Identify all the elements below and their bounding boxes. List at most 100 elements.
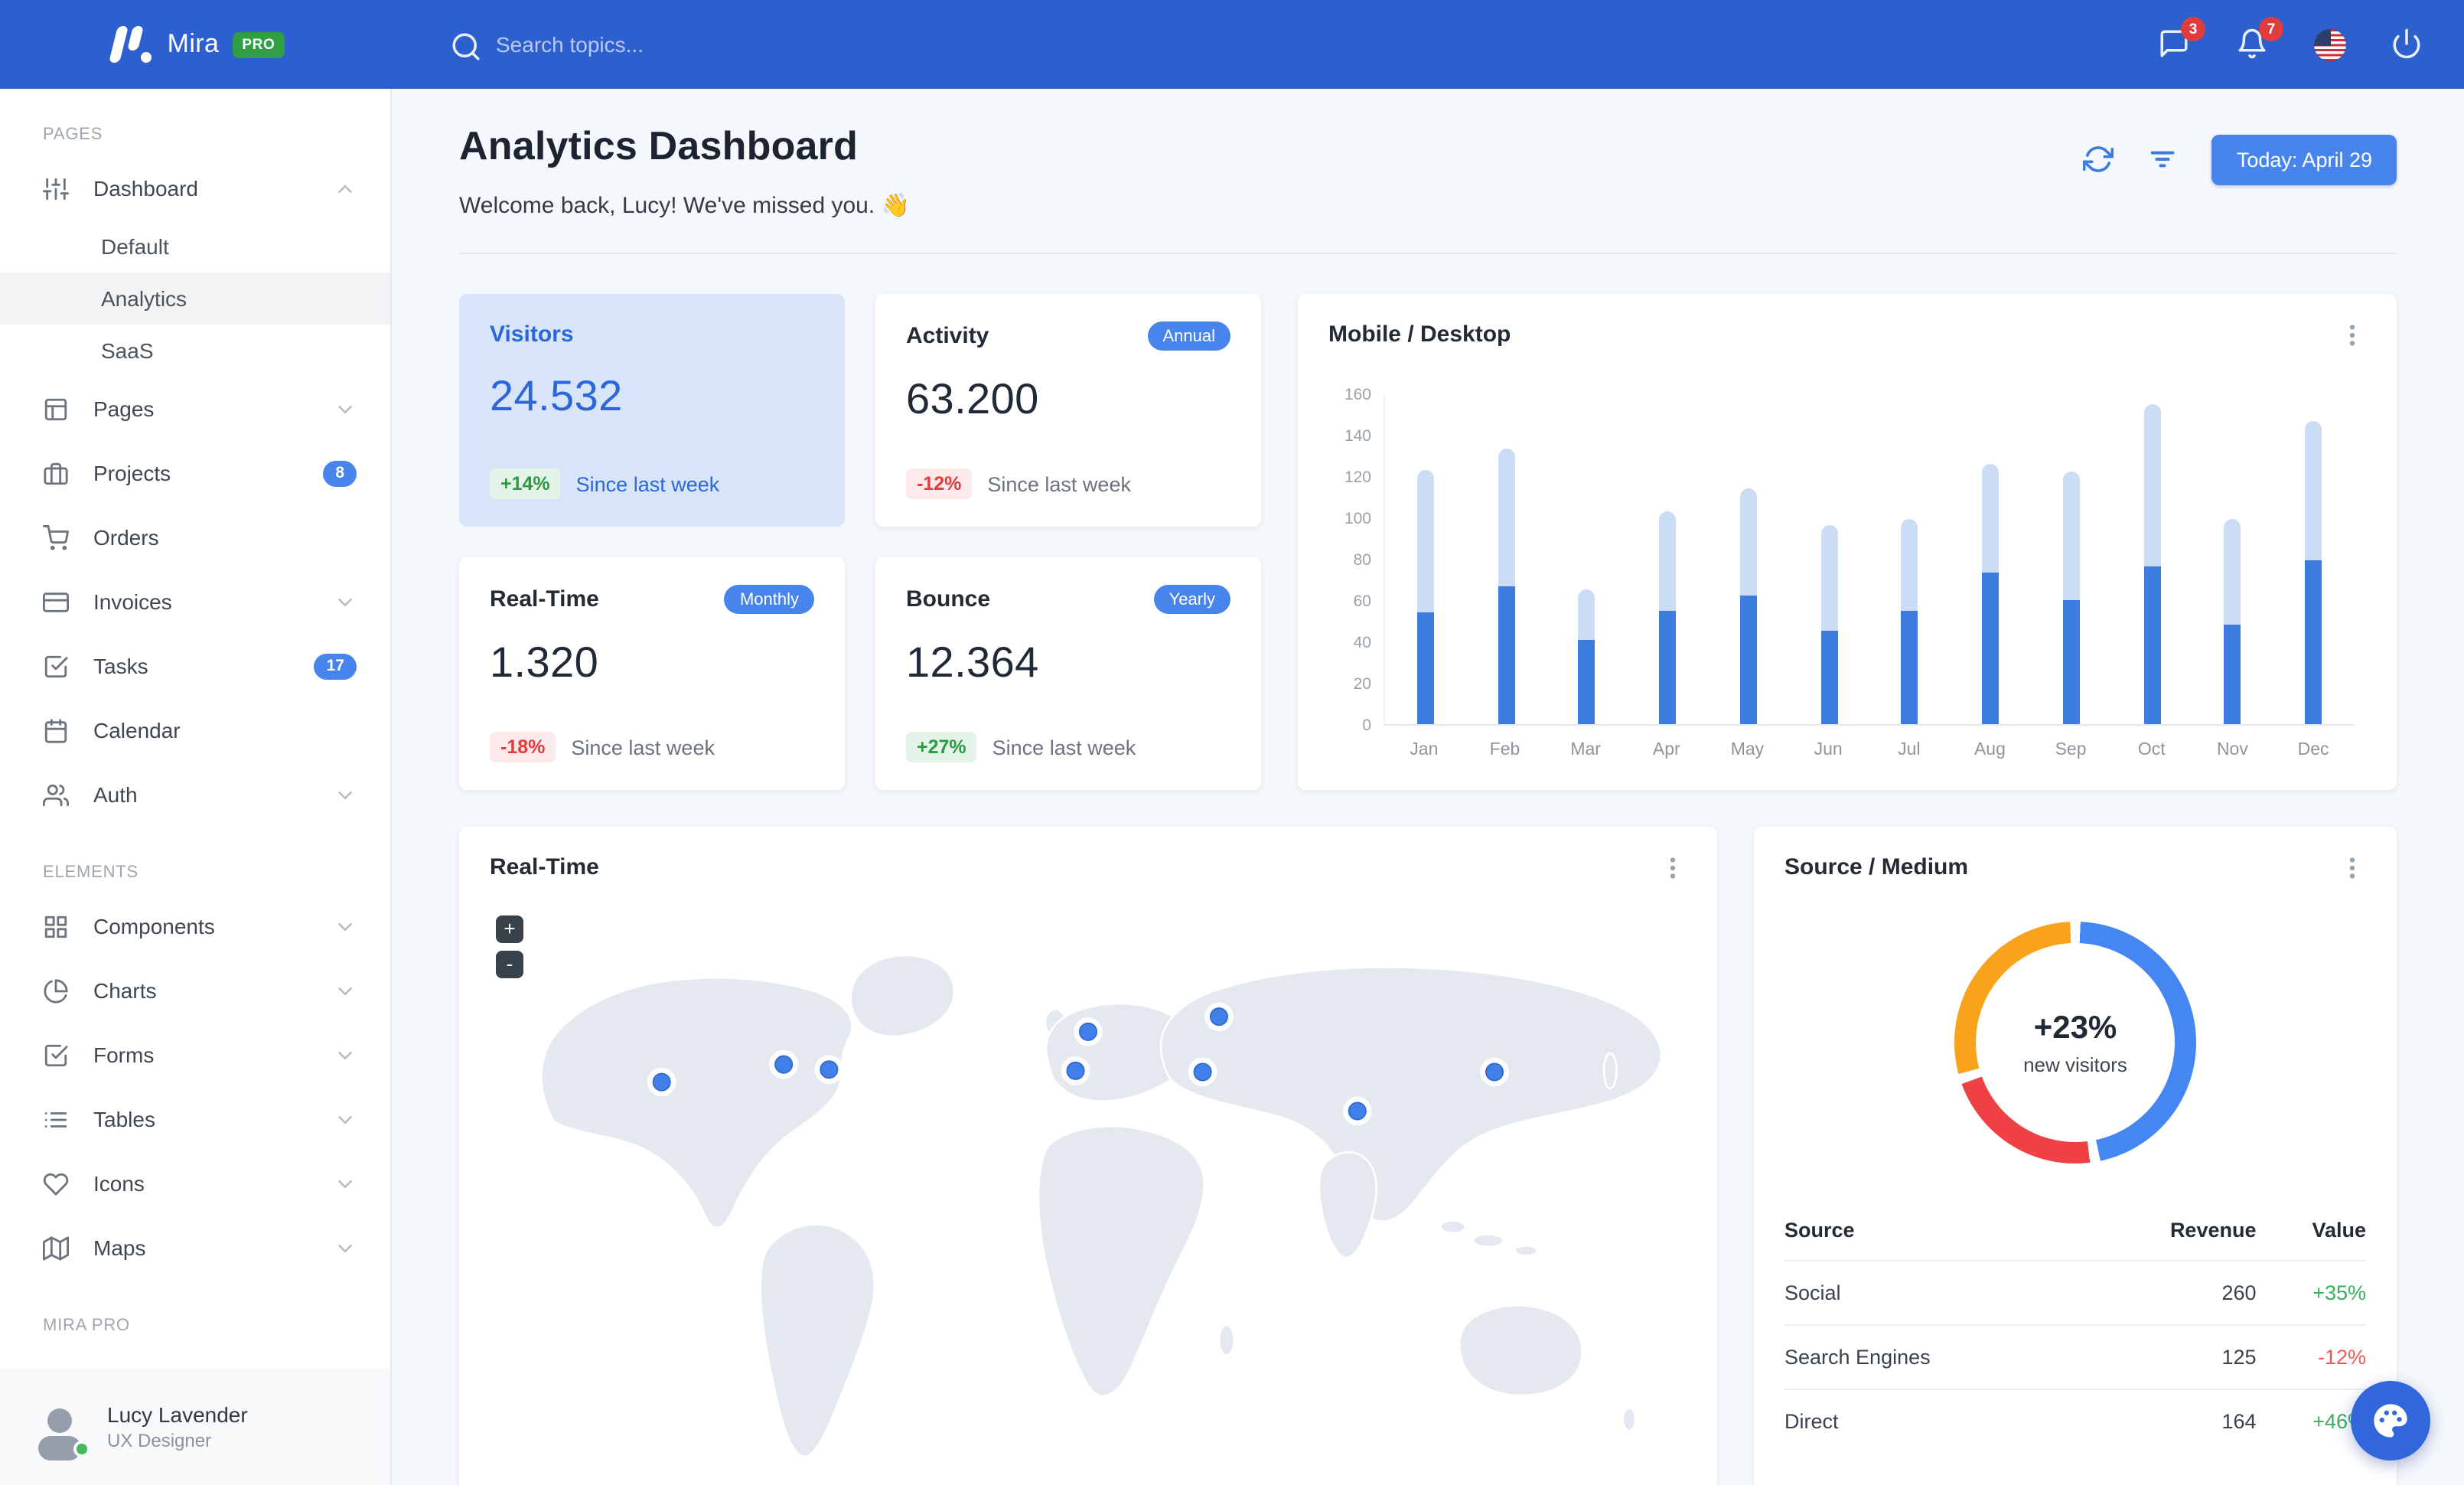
map-marker[interactable] (820, 1060, 839, 1079)
stat-value: 63.200 (906, 375, 1039, 423)
column-header-source: Source (1784, 1219, 1855, 1242)
pro-badge: PRO (233, 31, 285, 57)
refresh-icon[interactable] (2083, 144, 2114, 175)
sidebar-nav: PAGES Dashboard Default Analytics SaaS Pages P… (0, 89, 390, 1369)
sidebar-item-projects[interactable]: Projects 8 (0, 441, 390, 505)
x-axis-label: Dec (2297, 741, 2329, 759)
sidebar-item-charts[interactable]: Charts (0, 958, 390, 1023)
stat-card-bounce: Bounce Yearly 12.364 +27% Since last wee… (875, 557, 1261, 790)
palette-icon (2374, 1404, 2407, 1438)
navbar-actions: 3 7 (2158, 17, 2464, 61)
more-options-icon[interactable] (2339, 854, 2366, 882)
more-options-icon[interactable] (1659, 854, 1687, 882)
theme-settings-fab[interactable] (2351, 1381, 2430, 1461)
bar-may (1739, 488, 1757, 724)
map-marker[interactable] (1348, 1102, 1367, 1121)
x-axis-label: Oct (2137, 741, 2166, 759)
stat-period-badge[interactable]: Monthly (724, 585, 814, 614)
messages-icon[interactable]: 3 (2158, 17, 2205, 61)
sidebar-item-dashboard[interactable]: Dashboard (0, 156, 390, 220)
y-axis-tick: 160 (1344, 386, 1371, 404)
source-table: Source Revenue Value Social 260 +35% Search… (1784, 1203, 2366, 1453)
sidebar-user-footer[interactable]: Lucy Lavender UX Designer (0, 1369, 390, 1485)
sidebar-subitem-saas[interactable]: SaaS (0, 325, 390, 377)
chevron-down-icon (334, 1172, 357, 1195)
brand[interactable]: Mira PRO (0, 26, 392, 63)
stat-cards: Visitors 24.532 +14% Since last week Act… (459, 294, 1261, 790)
sidebar-item-tasks[interactable]: Tasks 17 (0, 634, 390, 698)
continent-south-america (759, 1223, 876, 1458)
sidebar-badge: 17 (314, 653, 357, 679)
top-navbar: Mira PRO 3 7 (0, 0, 2464, 89)
region-japan (1602, 1052, 1618, 1090)
donut-center-value: +23% (2033, 1010, 2117, 1045)
table-row-search-engines: Search Engines 125 -12% (1784, 1324, 2366, 1389)
stat-change-badge: -18% (490, 732, 556, 762)
y-axis-tick: 100 (1344, 510, 1371, 528)
sidebar: PAGES Dashboard Default Analytics SaaS Pages P… (0, 89, 392, 1485)
sidebar-subitem-analytics[interactable]: Analytics (0, 273, 390, 325)
bar-jun (1820, 525, 1838, 724)
sidebar-item-auth[interactable]: Auth (0, 762, 390, 827)
sidebar-item-calendar[interactable]: Calendar (0, 698, 390, 762)
avatar (31, 1398, 90, 1457)
sidebar-item-orders[interactable]: Orders (0, 505, 390, 570)
sidebar-item-forms[interactable]: Forms (0, 1023, 390, 1087)
more-options-icon[interactable] (2339, 321, 2366, 349)
map-marker[interactable] (1078, 1022, 1098, 1041)
sidebar-badge: 8 (323, 460, 357, 486)
source-medium-card: Source / Medium +23% new visitors Source… (1754, 827, 2397, 1485)
chevron-down-icon (334, 1043, 357, 1066)
map-marker[interactable] (774, 1055, 794, 1074)
main-content: Analytics Dashboard Welcome back, Lucy! … (392, 89, 2464, 1485)
map-zoom-out-button[interactable]: - (496, 951, 523, 978)
bar-apr (1659, 511, 1677, 724)
sidebar-item-icons[interactable]: Icons (0, 1151, 390, 1216)
map-marker[interactable] (1193, 1062, 1212, 1082)
x-axis-label: Mar (1570, 741, 1601, 759)
stat-change-badge: -12% (906, 468, 973, 499)
sign-out-power-icon[interactable] (2391, 28, 2424, 61)
notifications-bell-icon[interactable]: 7 (2236, 17, 2283, 61)
date-range-button[interactable]: Today: April 29 (2211, 134, 2397, 184)
language-flag-us[interactable] (2314, 28, 2346, 60)
world-map[interactable]: + - (459, 897, 1717, 1485)
continent-australia (1459, 1304, 1583, 1397)
stat-period-badge[interactable]: Yearly (1153, 585, 1230, 614)
map-zoom-in-button[interactable]: + (496, 915, 523, 943)
sidebar-item-pages[interactable]: Pages (0, 377, 390, 441)
y-axis-tick: 140 (1344, 427, 1371, 445)
search-input[interactable] (496, 32, 817, 57)
orders-icon (43, 524, 69, 550)
stat-value: 24.532 (490, 372, 623, 419)
invoices-icon (43, 589, 69, 615)
chevron-up-icon (334, 177, 357, 200)
projects-icon (43, 460, 69, 486)
map-marker[interactable] (1209, 1007, 1228, 1026)
cell-value: +35% (2256, 1260, 2366, 1325)
region-indonesia (1439, 1219, 1467, 1235)
search-box (450, 31, 817, 60)
donut-title: Source / Medium (1784, 854, 1969, 880)
y-axis-tick: 20 (1353, 675, 1371, 694)
sidebar-item-invoices[interactable]: Invoices (0, 570, 390, 634)
header-divider (459, 253, 2397, 254)
stat-caption: Since last week (575, 472, 720, 495)
maps-icon (43, 1235, 69, 1261)
sidebar-item-tables[interactable]: Tables (0, 1087, 390, 1151)
y-axis-tick: 80 (1353, 551, 1371, 570)
y-axis-tick: 120 (1344, 468, 1371, 487)
map-marker[interactable] (1485, 1062, 1504, 1082)
sidebar-item-components[interactable]: Components (0, 894, 390, 958)
x-axis-label: Jun (1814, 741, 1843, 759)
map-marker[interactable] (652, 1072, 671, 1092)
map-marker[interactable] (1066, 1061, 1085, 1080)
sidebar-subitem-default[interactable]: Default (0, 220, 390, 273)
chevron-down-icon (334, 1108, 357, 1131)
map-title: Real-Time (490, 854, 599, 880)
filter-icon[interactable] (2148, 144, 2179, 175)
sidebar-item-maps[interactable]: Maps (0, 1216, 390, 1280)
stat-period-badge[interactable]: Annual (1147, 321, 1230, 351)
cell-revenue: 164 (2081, 1389, 2257, 1453)
x-axis-label: Jan (1410, 741, 1439, 759)
